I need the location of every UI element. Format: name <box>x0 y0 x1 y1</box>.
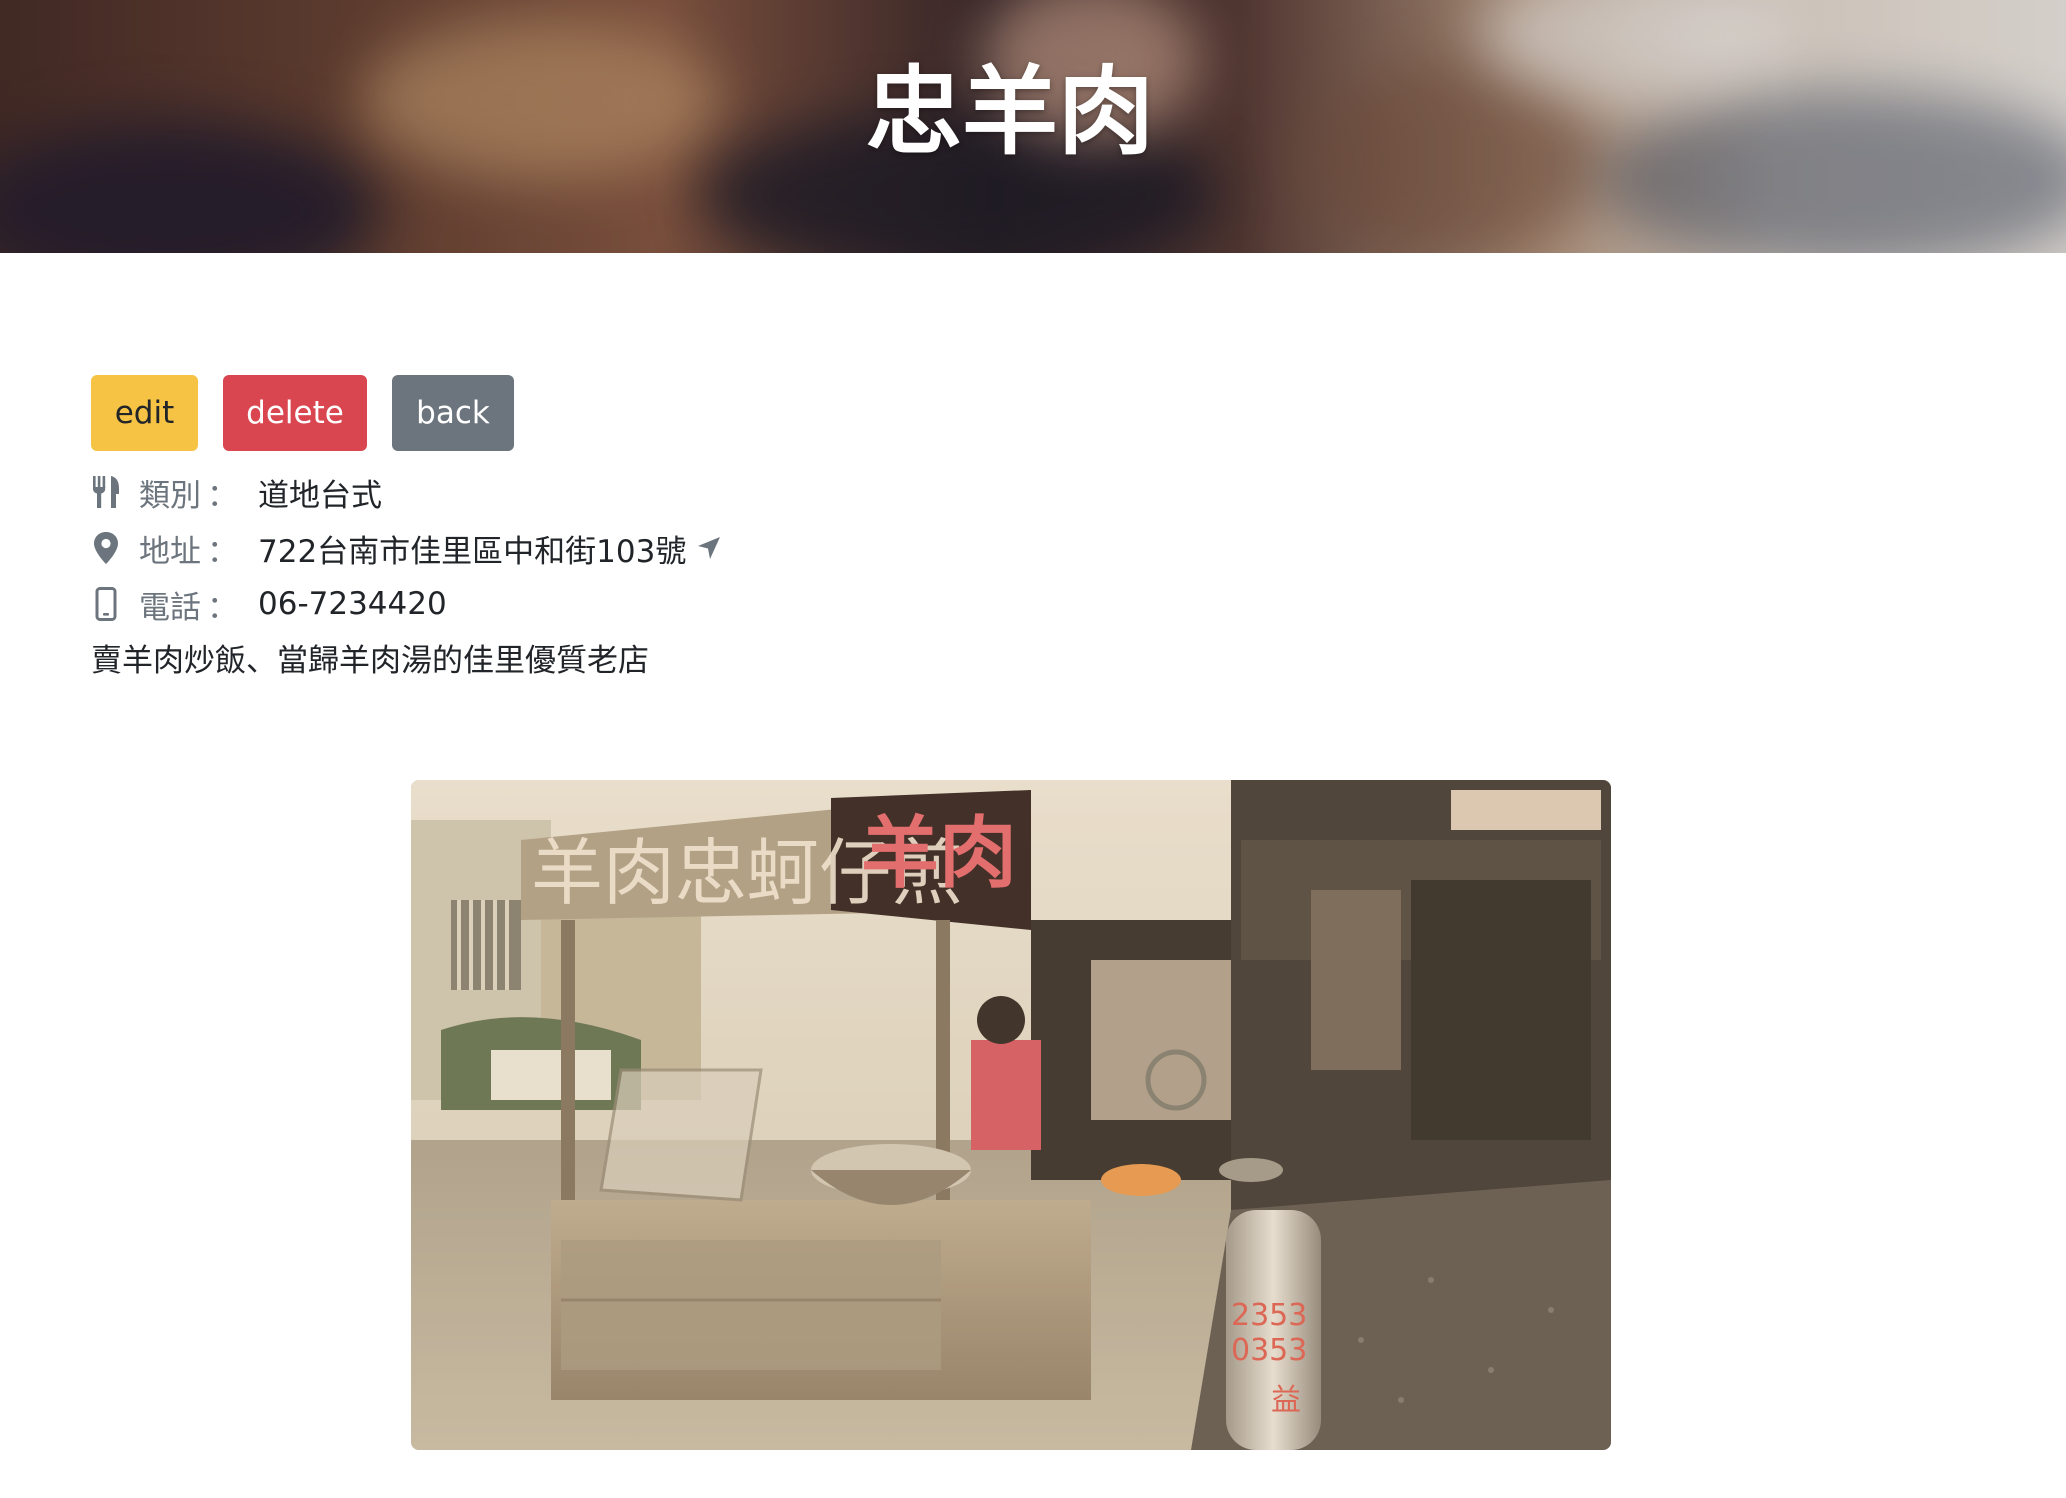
phone-value: 06-7234420 <box>258 586 447 622</box>
location-arrow-icon[interactable] <box>696 535 722 561</box>
category-row: 類別 ： 道地台式 <box>91 470 382 514</box>
header-banner: 忠羊肉 <box>0 0 2066 253</box>
category-colon: ： <box>207 477 238 514</box>
utensils-icon <box>91 474 121 510</box>
mobile-phone-icon <box>91 586 121 622</box>
back-button[interactable]: back <box>392 375 514 451</box>
phone-colon: ： <box>207 589 238 626</box>
edit-button[interactable]: edit <box>91 375 198 451</box>
restaurant-photo: 羊肉忠蚵仔煎 羊肉 2353 0353 益 <box>411 780 1611 1450</box>
address-row: 地址 ： 722台南市佳里區中和街103號 <box>91 526 722 570</box>
phone-row: 電話 ： 06-7234420 <box>91 582 447 626</box>
phone-label: 電話 <box>139 589 201 626</box>
address-value: 722台南市佳里區中和街103號 <box>258 533 687 570</box>
delete-button[interactable]: delete <box>223 375 367 451</box>
address-colon: ： <box>207 533 238 570</box>
category-label: 類別 <box>139 477 201 514</box>
page-title: 忠羊肉 <box>866 56 1154 168</box>
category-value: 道地台式 <box>258 477 382 514</box>
map-marker-icon <box>91 530 121 566</box>
restaurant-description: 賣羊肉炒飯、當歸羊肉湯的佳里優質老店 <box>91 643 649 679</box>
action-buttons: edit delete back <box>91 375 514 451</box>
address-label: 地址 <box>139 533 201 570</box>
